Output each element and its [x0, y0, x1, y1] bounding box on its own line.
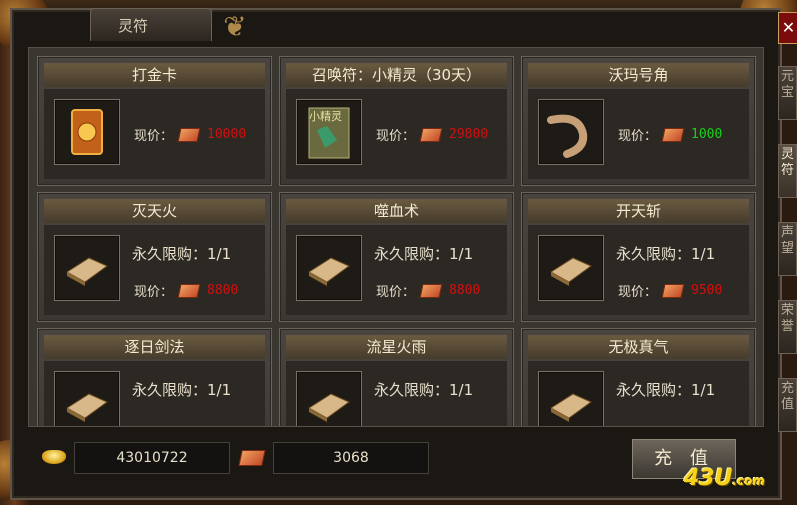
currency-bar: 43010722 3068 充 值 — [28, 430, 762, 492]
price-label: 现价： — [134, 285, 174, 300]
item-name: 打金卡 — [44, 63, 265, 87]
ticket-icon — [661, 283, 685, 298]
item-card[interactable]: 逐日剑法 永久限购：1/1 — [37, 328, 272, 426]
item-name: 沃玛号角 — [528, 63, 749, 87]
side-tab-shengwang[interactable]: 声望 — [778, 222, 797, 276]
skill-book-icon — [550, 393, 592, 422]
item-grid: 打金卡 现价： 10000 召唤符：小精灵（30天） 小精灵 现价： 29800 沃… — [28, 47, 764, 427]
item-name: 开天斩 — [528, 199, 749, 223]
swirl-ornament-icon: ❦ — [223, 10, 247, 43]
price-value: 8800 — [449, 283, 481, 298]
price-label: 现价： — [618, 285, 658, 300]
item-slot[interactable] — [54, 235, 120, 301]
item-card[interactable]: 无极真气 永久限购：1/1 — [521, 328, 756, 426]
horn-icon — [547, 114, 588, 158]
item-name: 灭天火 — [44, 199, 265, 223]
price-label: 现价： — [134, 129, 174, 144]
item-name: 无极真气 — [528, 335, 749, 359]
skill-book-icon — [66, 393, 108, 422]
side-tab-yuanbao[interactable]: 元宝 — [778, 66, 797, 120]
ticket-balance: 3068 — [273, 442, 429, 474]
side-tab-rongyu[interactable]: 荣誉 — [778, 300, 797, 354]
purchase-limit: 永久限购：1/1 — [132, 245, 232, 263]
price-row: 现价： 8800 — [376, 281, 480, 300]
ticket-icon — [661, 127, 685, 142]
side-tab-label: 荣誉 — [780, 303, 794, 334]
side-tab-label: 充值 — [780, 381, 794, 412]
item-card[interactable]: 噬血术 永久限购：1/1 现价： 8800 — [279, 192, 514, 322]
scroll-text: 小精灵 — [309, 110, 342, 123]
item-name: 噬血术 — [286, 199, 507, 223]
ticket-icon — [238, 450, 266, 466]
close-icon: ✕ — [781, 18, 796, 37]
price-row: 现价： 9500 — [618, 281, 722, 300]
title-tab[interactable] — [90, 8, 212, 41]
skill-book-icon — [308, 393, 350, 422]
price-value: 9500 — [691, 283, 723, 298]
price-row: 现价： 1000 — [618, 125, 722, 144]
gold-balance: 43010722 — [74, 442, 230, 474]
gold-ingot-icon — [42, 450, 66, 464]
side-tab-lingfu[interactable]: 灵符 — [778, 144, 797, 198]
purchase-limit: 永久限购：1/1 — [132, 381, 232, 399]
window-title: 灵符 — [118, 17, 149, 35]
side-tab-label: 声望 — [780, 225, 794, 256]
item-card[interactable]: 流星火雨 永久限购：1/1 — [279, 328, 514, 426]
site-watermark-logo: 43U.com — [684, 466, 765, 491]
item-card[interactable]: 灭天火 永久限购：1/1 现价： 8800 — [37, 192, 272, 322]
ticket-icon — [177, 283, 201, 298]
item-slot[interactable] — [54, 99, 120, 165]
side-tab-chongzhi[interactable]: 充值 — [778, 378, 797, 432]
price-label: 现价： — [376, 129, 416, 144]
item-slot[interactable] — [296, 371, 362, 426]
item-name: 流星火雨 — [286, 335, 507, 359]
item-slot[interactable] — [54, 371, 120, 426]
item-slot[interactable] — [296, 235, 362, 301]
price-value: 8800 — [207, 283, 239, 298]
item-slot[interactable] — [538, 99, 604, 165]
item-slot[interactable]: 小精灵 — [296, 99, 362, 165]
skill-book-icon — [66, 257, 108, 286]
gold-card-icon — [71, 109, 103, 155]
purchase-limit: 永久限购：1/1 — [374, 245, 474, 263]
price-value: 29800 — [449, 127, 489, 142]
price-label: 现价： — [618, 129, 658, 144]
purchase-limit: 永久限购：1/1 — [616, 381, 716, 399]
item-slot[interactable] — [538, 235, 604, 301]
ticket-icon — [419, 127, 443, 142]
purchase-limit: 永久限购：1/1 — [616, 245, 716, 263]
ticket-icon — [419, 283, 443, 298]
price-row: 现价： 8800 — [134, 281, 238, 300]
price-value: 1000 — [691, 127, 723, 142]
close-button[interactable]: ✕ — [778, 12, 797, 44]
ticket-icon — [177, 127, 201, 142]
skill-book-icon — [308, 257, 350, 286]
side-tab-label: 元宝 — [780, 69, 794, 100]
item-card[interactable]: 打金卡 现价： 10000 — [37, 56, 272, 186]
item-name: 召唤符：小精灵（30天） — [286, 63, 507, 87]
side-tab-label: 灵符 — [780, 147, 794, 178]
item-slot[interactable] — [538, 371, 604, 426]
item-name: 逐日剑法 — [44, 335, 265, 359]
item-card[interactable]: 开天斩 永久限购：1/1 现价： 9500 — [521, 192, 756, 322]
item-card[interactable]: 召唤符：小精灵（30天） 小精灵 现价： 29800 — [279, 56, 514, 186]
item-card[interactable]: 沃玛号角 现价： 1000 — [521, 56, 756, 186]
price-row: 现价： 10000 — [134, 125, 246, 144]
purchase-limit: 永久限购：1/1 — [374, 381, 474, 399]
price-row: 现价： 29800 — [376, 125, 488, 144]
price-value: 10000 — [207, 127, 247, 142]
skill-book-icon — [550, 257, 592, 286]
price-label: 现价： — [376, 285, 416, 300]
